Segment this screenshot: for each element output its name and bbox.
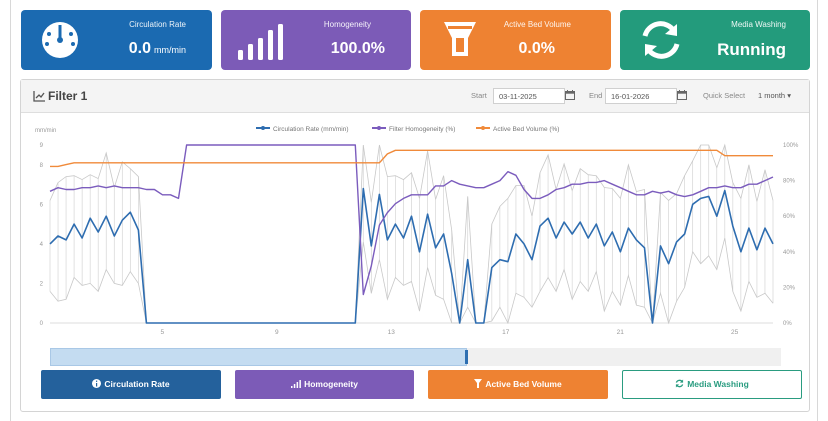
- range-selector[interactable]: [50, 348, 781, 366]
- filter-panel: Filter 1 Start 03-11-2025 End 16-01-2026…: [20, 79, 810, 412]
- y-right-tick-label: 60%: [783, 214, 796, 220]
- active-bed-volume-button[interactable]: Active Bed Volume: [428, 370, 608, 399]
- range-selection[interactable]: [50, 348, 467, 366]
- range-handle[interactable]: [464, 350, 468, 364]
- series-line: [50, 149, 773, 168]
- y-left-tick-label: 6: [40, 202, 44, 208]
- filter-funnel-icon: [474, 379, 483, 388]
- x-tick-label: 25: [731, 329, 739, 336]
- y-left-tick-label: 8: [40, 163, 44, 169]
- x-tick-label: 21: [617, 329, 625, 336]
- x-tick-label: 13: [388, 329, 396, 336]
- kpi-value: Running: [717, 40, 786, 59]
- kpi-card-homogeneity: Homogeneity 100.0%: [221, 10, 411, 70]
- kpi-value: 0.0 mm/min: [128, 40, 186, 57]
- x-tick-label: 9: [275, 329, 279, 336]
- info-circle-icon: [92, 379, 102, 388]
- bar-signal-icon: [291, 380, 301, 388]
- y-left-tick-label: 0: [40, 321, 44, 327]
- y-right-tick-label: 100%: [783, 143, 799, 149]
- y-left-tick-label: 4: [40, 242, 44, 248]
- kpi-label: Media Washing: [731, 20, 786, 29]
- kpi-value: 0.0%: [518, 40, 555, 57]
- line-chart: 0 2 4 6 8 9 0% 20% 40% 60% 80% 100% 5 9 13 17 21 25: [40, 143, 799, 336]
- y-right-tick-label: 80%: [783, 179, 796, 185]
- media-washing-button[interactable]: Media Washing: [622, 370, 802, 399]
- kpi-card-media-washing: Media Washing Running: [620, 10, 810, 70]
- circulation-rate-button[interactable]: Circulation Rate: [41, 370, 221, 399]
- kpi-label: Circulation Rate: [129, 20, 186, 29]
- kpi-card-circulation-rate: Circulation Rate 0.0 mm/min: [21, 10, 212, 70]
- y-right-tick-label: 40%: [783, 250, 796, 256]
- y-left-tick-label: 9: [40, 143, 44, 149]
- kpi-card-active-bed-volume: Active Bed Volume 0.0%: [420, 10, 611, 70]
- homogeneity-button[interactable]: Homogeneity: [235, 370, 414, 399]
- kpi-label: Homogeneity: [323, 20, 371, 29]
- y-right-tick-label: 20%: [783, 285, 796, 291]
- x-tick-label: 17: [502, 329, 510, 336]
- x-tick-label: 5: [160, 329, 164, 336]
- y-right-tick-label: 0%: [783, 321, 792, 327]
- kpi-label: Active Bed Volume: [503, 20, 571, 29]
- refresh-icon: [675, 379, 684, 388]
- kpi-value: 100.0%: [330, 40, 385, 57]
- y-left-tick-label: 2: [40, 281, 44, 287]
